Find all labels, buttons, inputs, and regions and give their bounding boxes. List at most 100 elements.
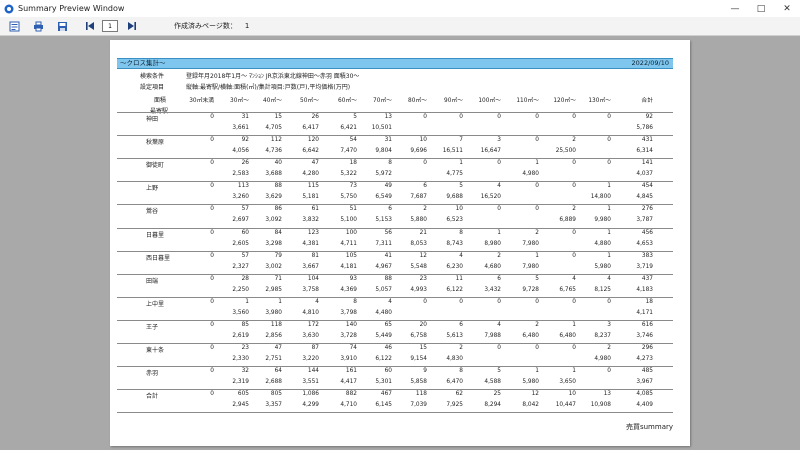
cell-count: 0 <box>572 114 576 120</box>
cell-count: 0 <box>210 252 214 259</box>
cell-avg-price: 3,629 <box>265 194 282 201</box>
cell-count: 0 <box>210 368 214 375</box>
cell-count: 0 <box>607 114 611 120</box>
cell-count: 0 <box>210 229 214 236</box>
cell-count: 0 <box>459 114 463 120</box>
next-page-icon <box>128 22 136 30</box>
cell-count: 0 <box>535 298 539 305</box>
cell-count: 5 <box>497 368 501 375</box>
cell-avg-price: 4,037 <box>636 171 653 178</box>
cell-avg-price: 6,480 <box>559 332 576 339</box>
cell-avg-price: 4,880 <box>594 240 611 247</box>
cell-count: 113 <box>237 183 249 190</box>
cell-avg-price: 5,786 <box>636 125 653 131</box>
cell-count: 23 <box>419 275 427 282</box>
row-separator <box>117 343 673 344</box>
cell-count: 0 <box>497 298 501 305</box>
export-icon <box>57 21 67 31</box>
cell-count: 2 <box>497 252 501 259</box>
cell-count: 12 <box>419 252 427 259</box>
cell-count: 1 <box>535 160 539 167</box>
close-icon[interactable]: ✕ <box>774 0 800 17</box>
export-button[interactable] <box>54 19 70 33</box>
cell-avg-price: 3,667 <box>302 263 319 270</box>
cell-avg-price: 2,688 <box>265 379 282 386</box>
maximize-icon[interactable]: □ <box>748 0 774 17</box>
cell-count: 46 <box>384 345 392 351</box>
cell-avg-price: 9,154 <box>410 356 427 362</box>
cell-count: 485 <box>641 368 653 375</box>
row-station-name: 王子 <box>146 323 159 331</box>
cell-count: 7 <box>459 137 463 144</box>
cell-count: 86 <box>274 206 282 213</box>
cell-count: 60 <box>241 229 249 236</box>
cell-avg-price: 4,480 <box>375 309 392 316</box>
cell-count: 0 <box>423 160 427 167</box>
column-header: 80㎡～ <box>408 98 427 104</box>
page-setup-button[interactable] <box>6 19 22 33</box>
cell-count: 84 <box>274 229 282 236</box>
cell-count: 62 <box>455 391 463 398</box>
cell-avg-price: 8,237 <box>594 332 611 339</box>
cell-avg-price: 3,260 <box>232 194 249 201</box>
cell-count: 0 <box>572 183 576 190</box>
cell-count: 88 <box>274 183 282 190</box>
cell-count: 57 <box>241 206 249 213</box>
cell-avg-price: 10,501 <box>371 125 392 131</box>
cell-count: 0 <box>423 298 427 305</box>
page-number-input[interactable]: 1 <box>102 20 118 32</box>
cell-avg-price: 4,409 <box>636 402 653 409</box>
cell-avg-price: 6,549 <box>375 194 392 201</box>
cell-count: 11 <box>455 275 463 282</box>
cell-count: 100 <box>345 229 357 236</box>
cell-count: 41 <box>384 252 392 259</box>
cell-count: 15 <box>274 114 282 120</box>
cell-count: 10 <box>419 137 427 144</box>
cell-avg-price: 3,980 <box>265 309 282 316</box>
first-page-button[interactable] <box>82 19 98 33</box>
cell-count: 49 <box>384 183 392 190</box>
cell-count: 74 <box>349 345 357 351</box>
cell-avg-price: 4,181 <box>340 263 357 270</box>
cell-count: 4,085 <box>636 391 653 398</box>
cell-avg-price: 3,967 <box>636 379 653 386</box>
cell-count: 0 <box>210 275 214 282</box>
cell-count: 1 <box>607 206 611 213</box>
cell-avg-price: 7,925 <box>446 402 463 409</box>
column-header: 100㎡～ <box>478 98 501 104</box>
next-page-button[interactable] <box>124 19 140 33</box>
cell-avg-price: 7,470 <box>340 148 357 155</box>
cell-count: 13 <box>603 391 611 398</box>
cell-count: 6 <box>388 206 392 213</box>
page-count-text: 作成済みページ数： 1 <box>174 21 249 31</box>
cell-count: 65 <box>384 321 392 328</box>
print-button[interactable] <box>30 19 46 33</box>
cell-count: 40 <box>274 160 282 167</box>
cell-count: 0 <box>210 345 214 351</box>
cell-avg-price: 9,688 <box>446 194 463 201</box>
cell-count: 118 <box>415 391 427 398</box>
cell-count: 2 <box>572 137 576 144</box>
cell-avg-price: 4,705 <box>265 125 282 131</box>
row-separator <box>117 227 673 229</box>
cell-count: 0 <box>535 345 539 351</box>
cell-count: 4 <box>315 298 319 305</box>
cell-avg-price: 3,910 <box>340 356 357 362</box>
cell-count: 8 <box>353 298 357 305</box>
cell-count: 31 <box>241 114 249 120</box>
cell-avg-price: 5,613 <box>446 332 463 339</box>
cell-count: 0 <box>607 298 611 305</box>
cell-count: 0 <box>423 114 427 120</box>
cell-count: 2 <box>607 345 611 351</box>
cell-count: 0 <box>535 183 539 190</box>
cell-count: 0 <box>607 160 611 167</box>
cell-avg-price: 6,480 <box>522 332 539 339</box>
column-header: 50㎡～ <box>300 98 319 104</box>
row-station-name: 田端 <box>146 277 159 285</box>
cell-avg-price: 16,647 <box>480 148 501 155</box>
cell-count: 0 <box>572 345 576 351</box>
minimize-icon[interactable]: — <box>722 0 748 17</box>
window-titlebar: Summary Preview Window — □ ✕ <box>0 0 800 18</box>
cell-count: 605 <box>237 391 249 398</box>
cell-count: 2 <box>572 206 576 213</box>
